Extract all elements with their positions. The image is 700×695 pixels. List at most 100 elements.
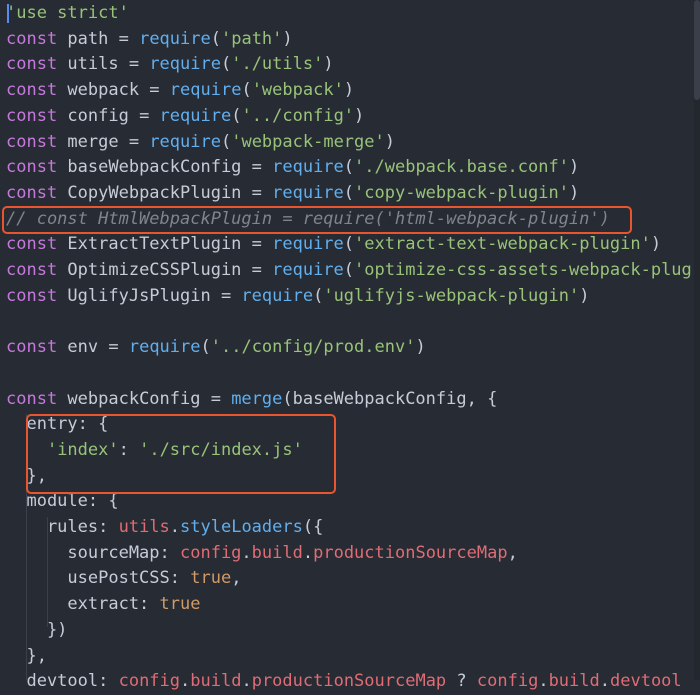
code-token: 'use strict' [6, 3, 129, 23]
code-token: path = [57, 28, 140, 49]
code-token: ( [343, 157, 355, 178]
code-line[interactable]: const utils = require('./utils') [6, 52, 334, 78]
code-token: ) [568, 157, 580, 178]
code-token: ) [568, 182, 580, 203]
code-token: const [6, 105, 58, 126]
code-token: const [6, 234, 58, 255]
code-token: (baseWebpackConfig, { [282, 388, 498, 409]
code-token: require [272, 260, 344, 280]
code-line[interactable]: sourceMap: config.build.productionSource… [6, 541, 518, 567]
code-token: build [190, 671, 242, 692]
code-token: ) [282, 28, 293, 49]
code-token: , [507, 542, 518, 563]
code-token: . [241, 671, 252, 692]
code-token: true [159, 594, 201, 615]
code-token: module: { [6, 491, 119, 512]
code-token: 'webpack-merge' [231, 131, 385, 152]
code-token: styleLoaders [180, 517, 303, 537]
code-token: productionSourceMap [251, 671, 447, 692]
code-token: const [6, 28, 58, 49]
code-line[interactable]: 'use strict' [6, 1, 129, 27]
code-line[interactable]: extract: true [6, 592, 200, 618]
code-token: . [180, 671, 191, 692]
code-line[interactable]: module: { [6, 489, 119, 515]
code-token: . [169, 517, 181, 537]
code-token: OptimizeCSSPlugin = [57, 260, 273, 280]
code-line[interactable]: // const HtmlWebpackPlugin = require('ht… [6, 207, 610, 233]
code-token: './webpack.base.conf' [354, 157, 569, 178]
code-token: merge [231, 388, 283, 409]
code-line[interactable]: usePostCSS: true, [6, 566, 241, 592]
code-token: const [6, 285, 58, 306]
code-token: ( [220, 54, 232, 75]
code-token: ) [354, 105, 365, 126]
code-line[interactable]: const merge = require('webpack-merge') [6, 130, 395, 156]
code-token: 'path' [220, 28, 283, 49]
code-token: ) [343, 80, 355, 101]
code-token: devtool: [6, 671, 119, 692]
code-line[interactable]: }, [6, 464, 46, 490]
code-line[interactable]: const path = require('path') [6, 27, 293, 53]
code-token: require [159, 105, 232, 126]
code-token: const [6, 337, 58, 358]
code-token: 'extract-text-webpack-plugin' [354, 234, 651, 255]
code-token: const [6, 182, 58, 203]
code-token: ( [220, 131, 232, 152]
code-line[interactable]: 'index': './src/index.js' [6, 438, 303, 464]
code-token: . [241, 542, 252, 563]
code-token: './utils' [231, 54, 324, 75]
code-token: require [149, 54, 221, 75]
code-token: 'webpack' [251, 80, 344, 101]
code-token: require [272, 234, 344, 255]
code-line[interactable]: rules: utils.styleLoaders({ [6, 515, 323, 541]
code-line[interactable]: }) [6, 618, 67, 644]
code-token: require [241, 285, 314, 306]
code-token: ( [241, 80, 252, 101]
code-line[interactable]: const CopyWebpackPlugin = require('copy-… [6, 181, 579, 207]
code-line[interactable]: devtool: config.build.productionSourceMa… [6, 669, 681, 695]
code-token: ) [415, 337, 426, 358]
code-token: config [476, 671, 539, 692]
code-line[interactable]: }, [6, 644, 46, 670]
code-token: }) [6, 619, 68, 640]
code-token: . [538, 671, 549, 692]
code-token: ( [343, 234, 355, 255]
code-token: build [548, 671, 600, 692]
code-token: ( [313, 285, 324, 306]
code-line[interactable]: const baseWebpackConfig = require('./web… [6, 155, 579, 181]
code-token: productionSourceMap [313, 542, 508, 563]
code-token: ( [210, 28, 221, 49]
code-token: usePostCSS: [6, 568, 191, 589]
code-token: './src/index.js' [139, 439, 303, 460]
code-token: : [118, 439, 140, 460]
code-token: webpackConfig = [57, 388, 232, 409]
code-token: require [272, 182, 344, 203]
code-line[interactable]: const UglifyJsPlugin = require('uglifyjs… [6, 284, 589, 310]
code-token: entry: { [6, 414, 109, 435]
code-token: build [251, 542, 303, 563]
code-token: true [190, 568, 232, 589]
code-line[interactable]: const ExtractTextPlugin = require('extra… [6, 232, 661, 258]
code-line[interactable]: const webpack = require('webpack') [6, 78, 354, 104]
code-line[interactable]: entry: { [6, 412, 108, 438]
code-token: rules: [6, 517, 119, 537]
code-token: require [139, 28, 211, 49]
code-line[interactable]: const env = require('../config/prod.env'… [6, 335, 426, 361]
code-token: config = [57, 105, 160, 126]
code-line[interactable]: const webpackConfig = merge(baseWebpackC… [6, 387, 497, 413]
code-token: require [169, 80, 242, 101]
code-token: const [6, 157, 58, 178]
code-token: ( [343, 260, 355, 280]
code-line[interactable]: const config = require('../config') [6, 104, 364, 130]
code-token: ( [200, 337, 211, 358]
code-line[interactable]: const OptimizeCSSPlugin = require('optim… [6, 258, 692, 284]
code-token: const [6, 54, 58, 75]
code-editor[interactable]: 'use strict' const path = require('path')… [0, 0, 700, 691]
vertical-scrollbar[interactable] [694, 0, 700, 680]
code-token: ExtractTextPlugin = [57, 234, 273, 255]
code-token: const [6, 388, 58, 409]
scrollbar-thumb[interactable] [694, 0, 700, 100]
code-token: baseWebpackConfig = [57, 157, 273, 178]
code-token: ( [231, 105, 242, 126]
code-token: . [302, 542, 314, 563]
